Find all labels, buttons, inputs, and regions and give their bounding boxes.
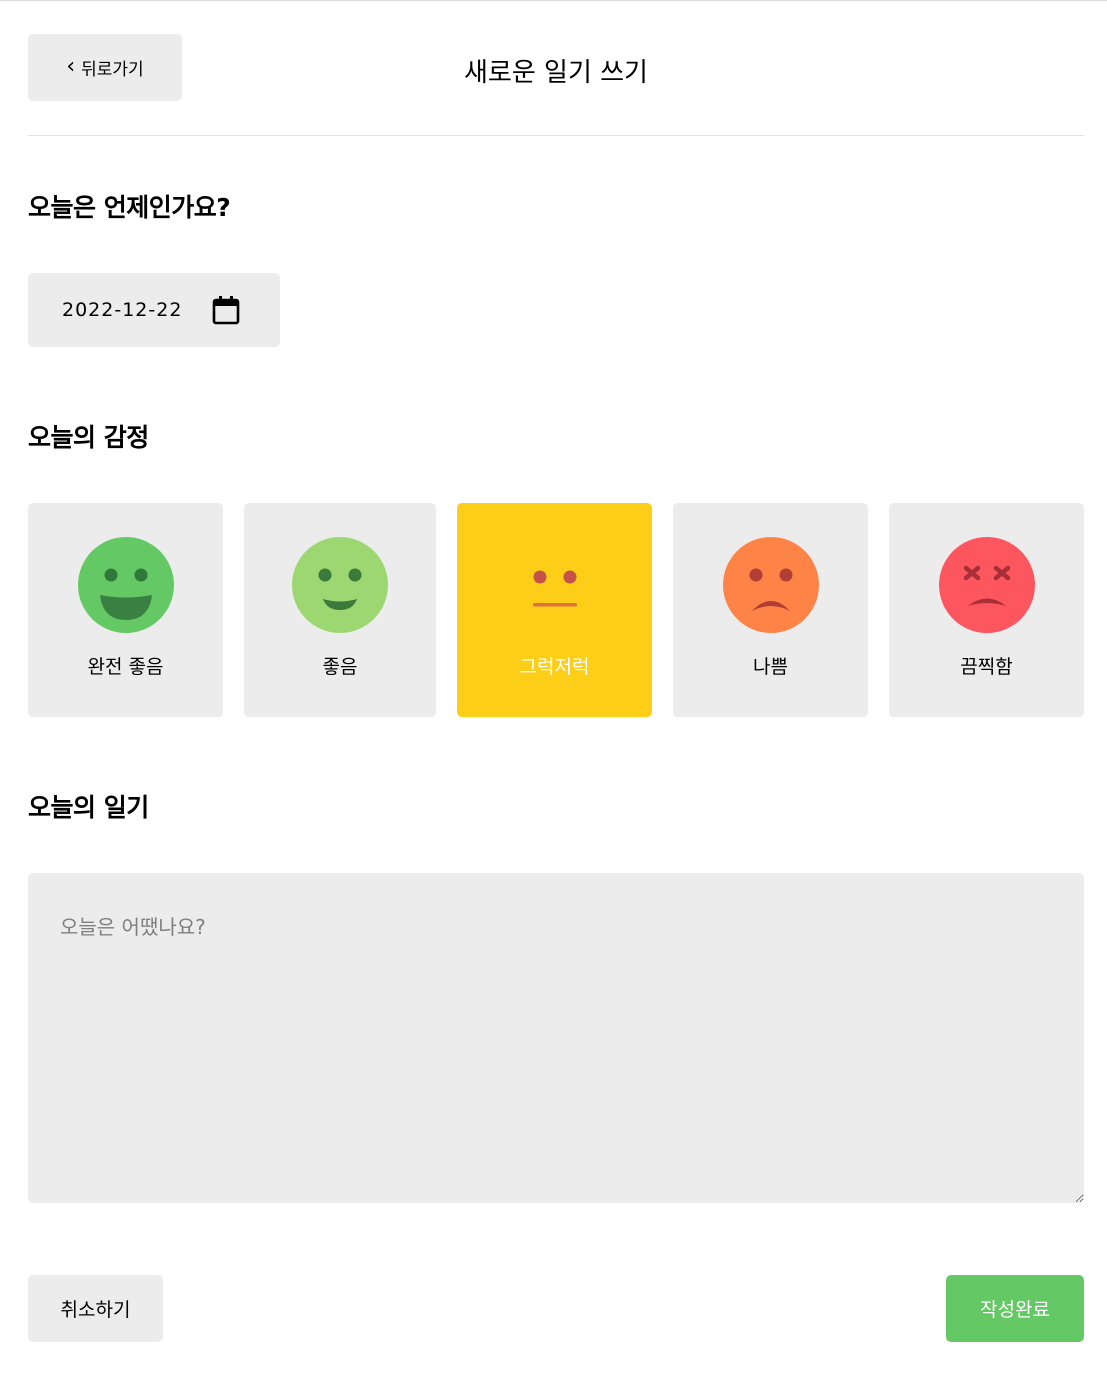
sad-face-icon <box>722 537 819 633</box>
cancel-button[interactable]: 취소하기 <box>28 1275 163 1342</box>
page-title: 새로운 일기 쓰기 <box>464 58 648 88</box>
page-header: ‹ 뒤로가기 새로운 일기 쓰기 <box>28 34 1084 101</box>
date-input[interactable]: 2022-12-22 <box>28 273 280 347</box>
diary-section-title: 오늘의 일기 <box>28 793 149 822</box>
date-section-title: 오늘은 언제인가요? <box>28 193 231 222</box>
emotion-label: 완전 좋음 <box>87 656 164 678</box>
diary-content-textarea[interactable] <box>28 873 1084 1203</box>
emotion-item-good[interactable]: 좋음 <box>244 503 436 717</box>
emotion-section-title: 오늘의 감정 <box>28 423 149 452</box>
header-divider <box>28 135 1084 136</box>
terrible-face-icon <box>938 537 1035 633</box>
neutral-face-icon <box>506 537 603 633</box>
emotion-label: 그럭저럭 <box>519 656 590 678</box>
emotion-label: 끔찍함 <box>960 656 1013 678</box>
top-border <box>0 0 1107 1</box>
very-happy-face-icon <box>77 537 174 633</box>
emotion-item-bad[interactable]: 나쁨 <box>673 503 868 717</box>
date-value: 2022-12-22 <box>62 299 183 321</box>
emotion-item-very-good[interactable]: 완전 좋음 <box>28 503 223 717</box>
emotion-label: 나쁨 <box>753 656 788 678</box>
submit-button[interactable]: 작성완료 <box>946 1275 1084 1342</box>
emotion-item-terrible[interactable]: 끔찍함 <box>889 503 1084 717</box>
calendar-icon[interactable] <box>212 295 240 325</box>
emotion-label: 좋음 <box>322 656 358 678</box>
happy-face-icon <box>292 537 388 633</box>
emotion-item-so-so[interactable]: 그럭저럭 <box>457 503 652 717</box>
